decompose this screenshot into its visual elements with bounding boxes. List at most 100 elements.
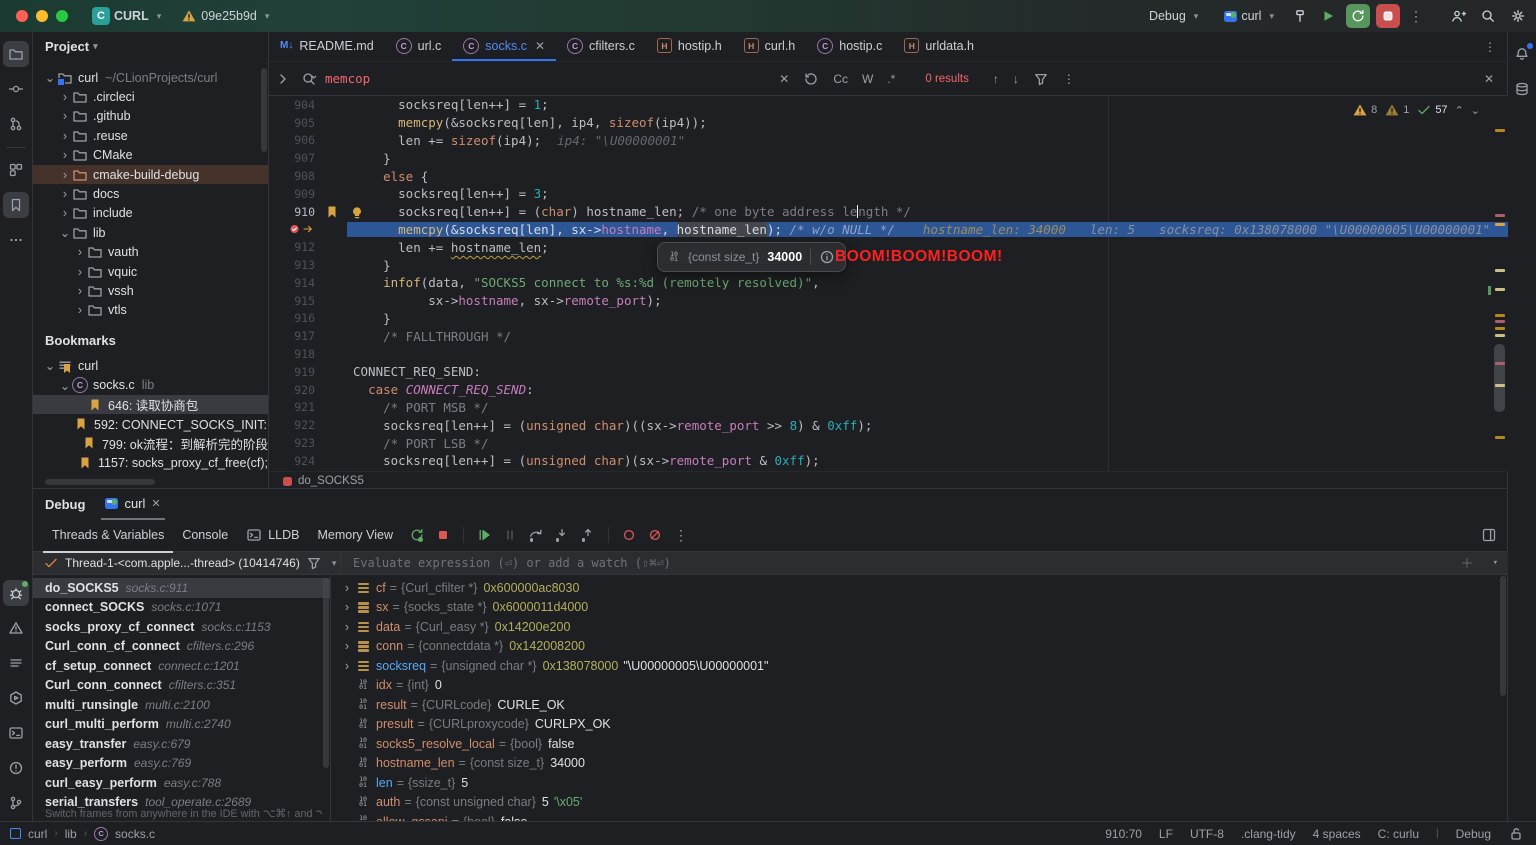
code-line-924[interactable]: 924 socksreq[len++] = (unsigned char)(sx…	[269, 452, 1508, 470]
code-line-907[interactable]: 907 }	[269, 149, 1508, 167]
variable-data[interactable]: ›data={Curl_easy *}0x14200e200	[331, 617, 1508, 637]
bookmark-item-646_[interactable]: 646: 读取协商包	[33, 395, 268, 414]
variable-sx[interactable]: ›sx={socks_state *}0x6000011d4000	[331, 598, 1508, 618]
bookmarks-hscrollbar[interactable]	[45, 479, 155, 485]
breadcrumb-function[interactable]: do_SOCKS5	[298, 475, 364, 487]
close-session-icon[interactable]: ✕	[151, 497, 160, 510]
bookmark-item-curl[interactable]: ⌄curl	[33, 356, 268, 375]
search-icon[interactable]	[301, 71, 317, 87]
add-watch-icon[interactable]	[1459, 555, 1475, 571]
frame-curl_easy_perform[interactable]: curl_easy_performeasy.c:788	[33, 773, 330, 793]
status-item[interactable]: .clang-tidy	[1241, 827, 1296, 841]
variable-idx[interactable]: 1001idx={int}0	[331, 676, 1508, 696]
status-item[interactable]: LF	[1159, 827, 1173, 841]
layout-settings-icon[interactable]	[1478, 524, 1500, 546]
project-item-CMake[interactable]: ›CMake	[33, 146, 268, 165]
mute-breakpoints-icon[interactable]	[644, 524, 666, 546]
code-line-920[interactable]: 920 case CONNECT_REQ_SEND:	[269, 381, 1508, 399]
line-number[interactable]: 905	[269, 116, 317, 130]
bookmark-item-799_ok_[interactable]: 799: ok流程：到解析完的阶段	[33, 434, 268, 453]
code-line-906[interactable]: 906 len += sizeof(ip4);ip4: "\U00000001"	[269, 132, 1508, 150]
project-widget[interactable]: C CURL ▾	[86, 4, 167, 28]
editor-tab-README.md[interactable]: M↓README.md	[269, 32, 385, 61]
zoom-window-button[interactable]	[56, 10, 68, 22]
status-item[interactable]: Debug	[1456, 827, 1491, 841]
debug-tab-LLDB[interactable]: LLDB	[237, 519, 308, 553]
more-tools-button[interactable]	[3, 227, 29, 253]
line-number[interactable]: 922	[269, 418, 317, 432]
frame-multi_runsingle[interactable]: multi_runsinglemulti.c:2100	[33, 695, 330, 715]
more-actions-button[interactable]: ⋮	[1404, 4, 1428, 28]
code-with-me-button[interactable]	[1446, 4, 1470, 28]
tabs-more-button[interactable]: ⋮	[1484, 40, 1496, 54]
variables-scrollbar[interactable]	[1500, 576, 1506, 696]
expand-icon[interactable]: ›	[339, 581, 355, 595]
project-item-include[interactable]: ›include	[33, 204, 268, 223]
prev-occurrence-button[interactable]: ↑	[993, 72, 999, 86]
commit-tool-button[interactable]	[3, 76, 29, 102]
thread-filter-icon[interactable]	[306, 555, 322, 571]
line-number[interactable]: 913	[269, 258, 317, 272]
evaluate-expression-input[interactable]: Evaluate expression (⏎) or add a watch (…	[341, 552, 1508, 574]
close-window-button[interactable]	[16, 10, 28, 22]
bookmark-item-592_CONNECT_SOCKS_INIT_[interactable]: 592: CONNECT_SOCKS_INIT: 讠	[33, 414, 268, 433]
code-line-911[interactable]: memcpy(&socksreq[len], sx->hostname, hos…	[269, 221, 1508, 239]
editor-tab-hostip.h[interactable]: Hhostip.h	[646, 32, 733, 61]
expand-icon[interactable]: ›	[339, 600, 355, 614]
line-number[interactable]: 919	[269, 365, 317, 379]
editor-tab-socks.c[interactable]: Csocks.c✕	[452, 32, 556, 61]
debug-tab-Threads-Variables[interactable]: Threads & Variables	[43, 519, 173, 553]
search-everywhere-button[interactable]	[1476, 4, 1500, 28]
project-item-vquic[interactable]: ›vquic	[33, 262, 268, 281]
thread-selector[interactable]: Thread-1-<com.apple...-thread> (10414746…	[33, 552, 341, 574]
stop-button[interactable]	[1376, 4, 1400, 28]
inspections-tool-button[interactable]	[3, 755, 29, 781]
editor-tab-url.c[interactable]: Curl.c	[385, 32, 453, 61]
expand-icon[interactable]: ›	[339, 639, 355, 653]
todo-tool-button[interactable]	[3, 650, 29, 676]
project-item-cmake-build-debug[interactable]: ›cmake-build-debug	[33, 165, 268, 184]
debug-tab-Memory-View[interactable]: Memory View	[308, 519, 401, 553]
search-more-button[interactable]: ⋮	[1063, 72, 1075, 86]
close-tab-icon[interactable]: ✕	[535, 39, 545, 53]
editor-tab-cfilters.c[interactable]: Ccfilters.c	[556, 32, 646, 61]
chevron-down-icon[interactable]: ▾	[1493, 558, 1498, 568]
bookmark-item-socks.c[interactable]: ⌄Csocks.clib	[33, 375, 268, 394]
line-number[interactable]: 908	[269, 169, 317, 183]
structure-tool-button[interactable]	[3, 157, 29, 183]
run-config-selector[interactable]: curl ▾	[1218, 4, 1280, 28]
expand-search-icon[interactable]	[275, 71, 291, 87]
code-line-922[interactable]: 922 socksreq[len++] = (unsigned char)((s…	[269, 416, 1508, 434]
code-editor[interactable]: 904 socksreq[len++] = 1;905 memcpy(&sock…	[269, 96, 1508, 471]
status-item[interactable]: UTF-8	[1190, 827, 1224, 841]
project-item-.reuse[interactable]: ›.reuse	[33, 126, 268, 145]
project-item-vssh[interactable]: ›vssh	[33, 281, 268, 300]
line-number[interactable]: 923	[269, 436, 317, 450]
frame-Curl_conn_cf_connect[interactable]: Curl_conn_cf_connectcfilters.c:296	[33, 637, 330, 657]
code-line-915[interactable]: 915 sx->hostname, sx->remote_port);	[269, 292, 1508, 310]
project-tool-button[interactable]	[3, 41, 29, 67]
bookmarks-tool-button[interactable]	[3, 192, 29, 218]
rerun-icon[interactable]	[406, 524, 428, 546]
status-item[interactable]: 910:70	[1105, 827, 1142, 841]
step-out-icon[interactable]	[577, 524, 599, 546]
frame-do_SOCKS5[interactable]: do_SOCKS5socks.c:911	[33, 578, 330, 598]
services-tool-button[interactable]	[3, 685, 29, 711]
view-breakpoints-icon[interactable]	[618, 524, 640, 546]
mode-selector[interactable]: Debug ▾	[1143, 4, 1204, 28]
code-line-916[interactable]: 916 }	[269, 310, 1508, 328]
words-toggle[interactable]: W	[862, 72, 873, 86]
line-number[interactable]: 921	[269, 400, 317, 414]
code-line-917[interactable]: 917 /* FALLTHROUGH */	[269, 327, 1508, 345]
variable-presult[interactable]: 1001presult={CURLproxycode}CURLPX_OK	[331, 715, 1508, 735]
expand-icon[interactable]: ›	[339, 620, 355, 634]
run-button[interactable]	[1316, 4, 1340, 28]
info-icon[interactable]	[819, 249, 835, 265]
project-item-vauth[interactable]: ›vauth	[33, 243, 268, 262]
project-item-lib[interactable]: ⌄lib	[33, 223, 268, 242]
project-scrollbar[interactable]	[261, 68, 267, 152]
project-item-.circleci[interactable]: ›.circleci	[33, 87, 268, 106]
frame-easy_perform[interactable]: easy_performeasy.c:769	[33, 754, 330, 774]
code-line-921[interactable]: 921 /* PORT MSB */	[269, 399, 1508, 417]
status-breadcrumb[interactable]: curl› lib› C socks.c	[0, 827, 1105, 841]
